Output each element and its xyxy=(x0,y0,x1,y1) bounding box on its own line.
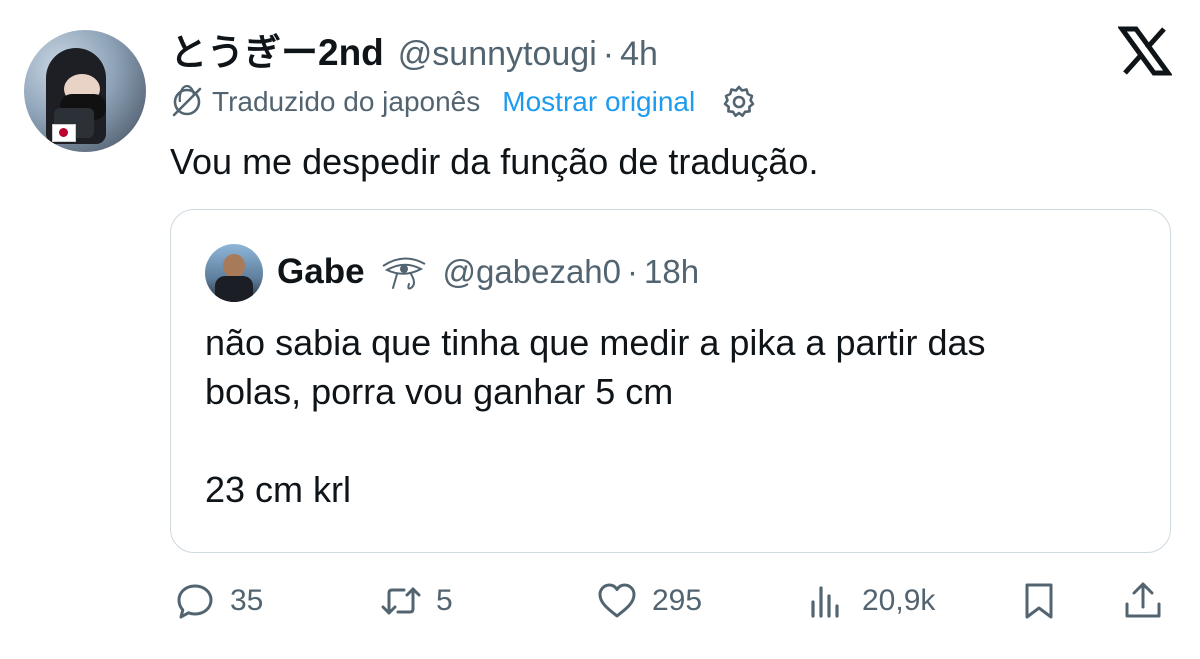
repost-button[interactable]: 5 xyxy=(380,580,453,622)
quoted-author-display-name[interactable]: Gabe xyxy=(277,252,365,292)
heart-icon xyxy=(598,583,636,618)
quoted-avatar-head xyxy=(223,254,245,278)
bookmark-button[interactable] xyxy=(1018,580,1060,622)
quoted-tweet-header: Gabe @gabezah0 · 18h xyxy=(277,252,699,292)
gear-icon[interactable] xyxy=(721,84,757,120)
reply-bubble-icon xyxy=(177,584,213,619)
share-button[interactable] xyxy=(1122,580,1164,622)
repost-count: 5 xyxy=(436,584,453,617)
translated-from-label: Traduzido do japonês xyxy=(212,86,481,117)
japan-flag-icon xyxy=(52,124,76,142)
quoted-tweet-card[interactable]: Gabe @gabezah0 · 18h não sabia que tinha… xyxy=(170,209,1171,553)
quoted-author-avatar[interactable] xyxy=(205,244,263,302)
share-upload-icon xyxy=(1125,582,1161,618)
views-bars-icon xyxy=(811,586,839,618)
tweet-timestamp[interactable]: 4h xyxy=(620,35,658,74)
author-display-name[interactable]: とうぎー2nd xyxy=(170,22,384,76)
views-count: 20,9k xyxy=(862,584,936,617)
author-handle[interactable]: @sunnytougi xyxy=(398,35,597,74)
views-button[interactable]: 20,9k xyxy=(806,580,935,622)
x-logo-icon[interactable] xyxy=(1118,26,1172,76)
translation-row: Traduzido do japonês Mostrar original xyxy=(170,84,757,120)
translate-globe-icon xyxy=(172,85,202,117)
eye-of-horus-icon xyxy=(381,257,426,290)
header-separator: · xyxy=(602,35,615,73)
show-original-link[interactable]: Mostrar original xyxy=(502,86,695,118)
reply-button[interactable]: 35 xyxy=(174,580,263,622)
repost-arrows-icon xyxy=(381,587,421,615)
quoted-tweet-text: não sabia que tinha que medir a pika a p… xyxy=(205,322,986,510)
bookmark-icon xyxy=(1025,583,1053,619)
quoted-tweet-timestamp[interactable]: 18h xyxy=(644,253,699,291)
tweet-header: とうぎー2nd @sunnytougi · 4h xyxy=(170,22,658,76)
like-count: 295 xyxy=(652,584,703,617)
quoted-header-separator: · xyxy=(627,253,639,290)
tweet-action-bar: 35 5 295 20,9k xyxy=(0,580,1200,630)
author-avatar[interactable] xyxy=(24,30,146,152)
reply-count: 35 xyxy=(230,584,264,617)
quoted-author-handle[interactable]: @gabezah0 xyxy=(443,253,621,291)
quoted-avatar-body xyxy=(215,276,253,302)
like-button[interactable]: 295 xyxy=(596,580,702,622)
tweet-body-text: Vou me despedir da função de tradução. xyxy=(170,141,819,182)
